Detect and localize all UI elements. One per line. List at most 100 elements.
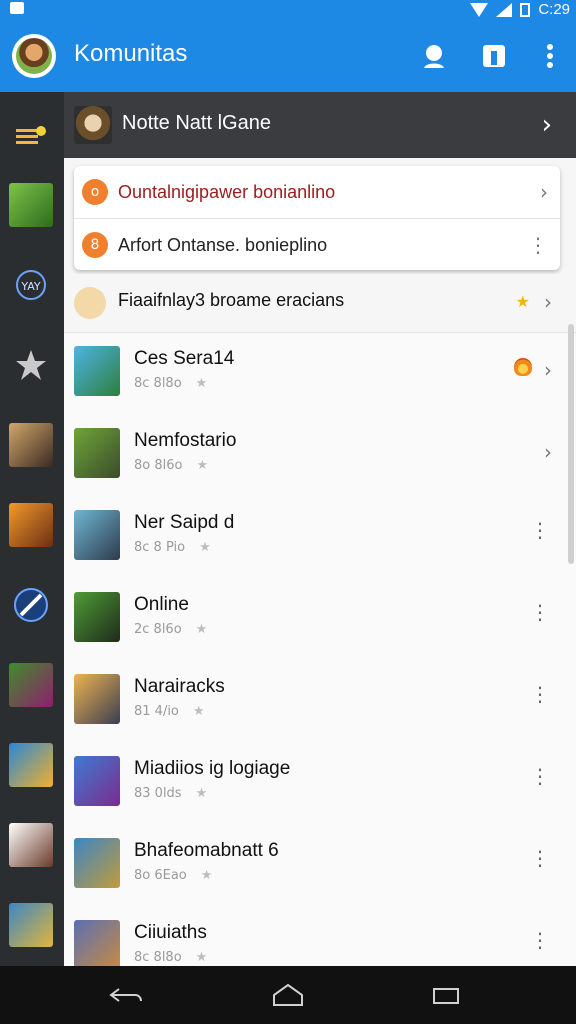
list-item[interactable]: Narairacks 81 4/io ★ ⋮ — [64, 662, 576, 745]
list-item-meta-text: 8o 8l6o — [134, 458, 183, 473]
list-item[interactable]: Nemfostario 8o 8l6o ★ › — [64, 416, 576, 499]
game-thumb-icon — [74, 346, 120, 396]
list-item-title: Narairacks — [134, 676, 225, 697]
game-thumb-icon — [74, 592, 120, 642]
card-row-1-text: Ountalnigipawer bonianlino — [118, 181, 336, 202]
wifi-icon — [470, 2, 489, 17]
list-item-meta-text: 8c 8 Pio — [134, 540, 186, 555]
star-icon: ★ — [195, 376, 208, 391]
section-header[interactable]: Notte Natt lGane › — [64, 92, 576, 158]
star-icon: ★ — [199, 540, 211, 555]
game-thumb-icon — [74, 920, 120, 970]
list-item-meta-text: 8c 8l8o — [134, 376, 182, 391]
status-right: C:29 — [470, 1, 570, 18]
list-item-title: Bhafeomabnatt 6 — [134, 840, 279, 861]
promo-icon — [74, 287, 106, 319]
overflow-icon[interactable]: ⋮ — [530, 766, 550, 786]
promo-row[interactable]: Fiaaifnlay3 broame eracians ★ › — [64, 274, 576, 333]
list-item-meta: 8o 8l6o ★ — [134, 458, 208, 473]
status-badge: o — [82, 179, 108, 205]
list-item[interactable]: Miadiios ig logiage 83 0lds ★ ⋮ — [64, 744, 576, 827]
rail-game-4[interactable] — [8, 662, 54, 708]
rail-game-1[interactable] — [8, 182, 54, 228]
profile-icon[interactable] — [420, 42, 448, 70]
card-row-2[interactable]: 8 Arfort Ontanse. bonieplino ⋮ — [74, 218, 560, 271]
star-icon: ★ — [196, 458, 209, 473]
avatar[interactable] — [12, 34, 56, 78]
chevron-right-icon[interactable]: › — [544, 358, 552, 382]
header-thumb — [74, 106, 112, 144]
list-item[interactable]: Bhafeomabnatt 6 8o 6Eao ★ ⋮ — [64, 826, 576, 909]
highlight-card: o Ountalnigipawer bonianlino › 8 Arfort … — [74, 166, 560, 270]
star-icon: ★ — [200, 868, 213, 883]
game-thumb-icon — [74, 756, 120, 806]
chevron-right-icon[interactable]: › — [544, 290, 552, 314]
game-thumb-icon — [9, 663, 53, 707]
chevron-right-icon[interactable]: › — [544, 440, 552, 464]
star-icon: ★ — [195, 622, 208, 637]
list-item-title: Online — [134, 594, 189, 615]
content: o Ountalnigipawer bonianlino › 8 Arfort … — [64, 158, 576, 991]
app-bar: Komunitas — [0, 20, 576, 92]
overflow-icon[interactable]: ⋮ — [530, 602, 550, 622]
list-item-meta: 8c 8l8o ★ — [134, 376, 207, 391]
chevron-right-icon[interactable]: › — [542, 110, 552, 140]
back-icon[interactable] — [106, 980, 146, 1010]
list-item-meta: 2c 8l6o ★ — [134, 622, 207, 637]
list-item-title: Ces Sera14 — [134, 348, 235, 369]
list-item-meta-text: 81 4/io — [134, 704, 179, 719]
rail-game-6[interactable] — [8, 822, 54, 868]
notification-icon — [10, 2, 24, 14]
star-icon: ★ — [192, 704, 205, 719]
rail-badge[interactable]: YAY — [8, 262, 54, 308]
list-item-title: Ciiuiaths — [134, 922, 207, 943]
overflow-icon[interactable]: ⋮ — [528, 233, 548, 257]
promo-text: Fiaaifnlay3 broame eracians — [118, 290, 345, 310]
list-item-meta: 8c 8l8o ★ — [134, 950, 207, 965]
game-thumb-icon — [9, 823, 53, 867]
game-thumb-icon — [74, 510, 120, 560]
list-item-title: Nemfostario — [134, 430, 237, 451]
compose-icon[interactable] — [480, 42, 508, 70]
scrollbar[interactable] — [568, 324, 574, 564]
home-icon[interactable] — [268, 980, 308, 1010]
recents-icon[interactable] — [426, 980, 466, 1010]
list-item-meta-text: 8c 8l8o — [134, 950, 182, 965]
game-thumb-icon — [9, 423, 53, 467]
rail-game-3[interactable] — [8, 502, 54, 548]
game-thumb-icon — [9, 743, 53, 787]
card-row-2-text: Arfort Ontanse. bonieplino — [118, 234, 328, 255]
rail-blade[interactable] — [8, 582, 54, 628]
list-item-meta: 8o 6Eao ★ — [134, 868, 212, 883]
overflow-icon[interactable]: ⋮ — [530, 848, 550, 868]
game-thumb-icon — [74, 838, 120, 888]
star-icon: ★ — [515, 292, 530, 311]
overflow-icon[interactable]: ⋮ — [530, 930, 550, 950]
game-thumb-icon — [9, 503, 53, 547]
list-item[interactable]: Online 2c 8l6o ★ ⋮ — [64, 580, 576, 663]
chevron-right-icon[interactable]: › — [540, 180, 548, 204]
card-row-1[interactable]: o Ountalnigipawer bonianlino › — [74, 166, 560, 218]
status-badge: 8 — [82, 232, 108, 258]
rail-menu-icon[interactable] — [8, 112, 54, 158]
list-item-meta: 8c 8 Pio ★ — [134, 540, 211, 555]
overflow-icon[interactable]: ⋮ — [530, 520, 550, 540]
header-title: Notte Natt lGane — [122, 112, 271, 134]
list-item-meta: 81 4/io ★ — [134, 704, 205, 719]
status-bar: C:29 — [0, 0, 576, 20]
rail-game-5[interactable] — [8, 742, 54, 788]
overflow-menu-icon[interactable] — [536, 42, 564, 70]
game-thumb-icon — [9, 183, 53, 227]
rail-star[interactable] — [8, 342, 54, 388]
rail-game-7[interactable] — [8, 902, 54, 948]
game-thumb-icon — [9, 903, 53, 947]
list-item[interactable]: Ces Sera14 8c 8l8o ★ › — [64, 334, 576, 417]
system-navbar — [0, 966, 576, 1024]
game-thumb-icon — [74, 674, 120, 724]
overflow-icon[interactable]: ⋮ — [530, 684, 550, 704]
rail-game-2[interactable] — [8, 422, 54, 468]
flame-icon — [514, 358, 532, 376]
list-item[interactable]: Ner Saipd d 8c 8 Pio ★ ⋮ — [64, 498, 576, 581]
list-item-meta-text: 83 0lds — [134, 786, 182, 801]
list-item-title: Ner Saipd d — [134, 512, 235, 533]
